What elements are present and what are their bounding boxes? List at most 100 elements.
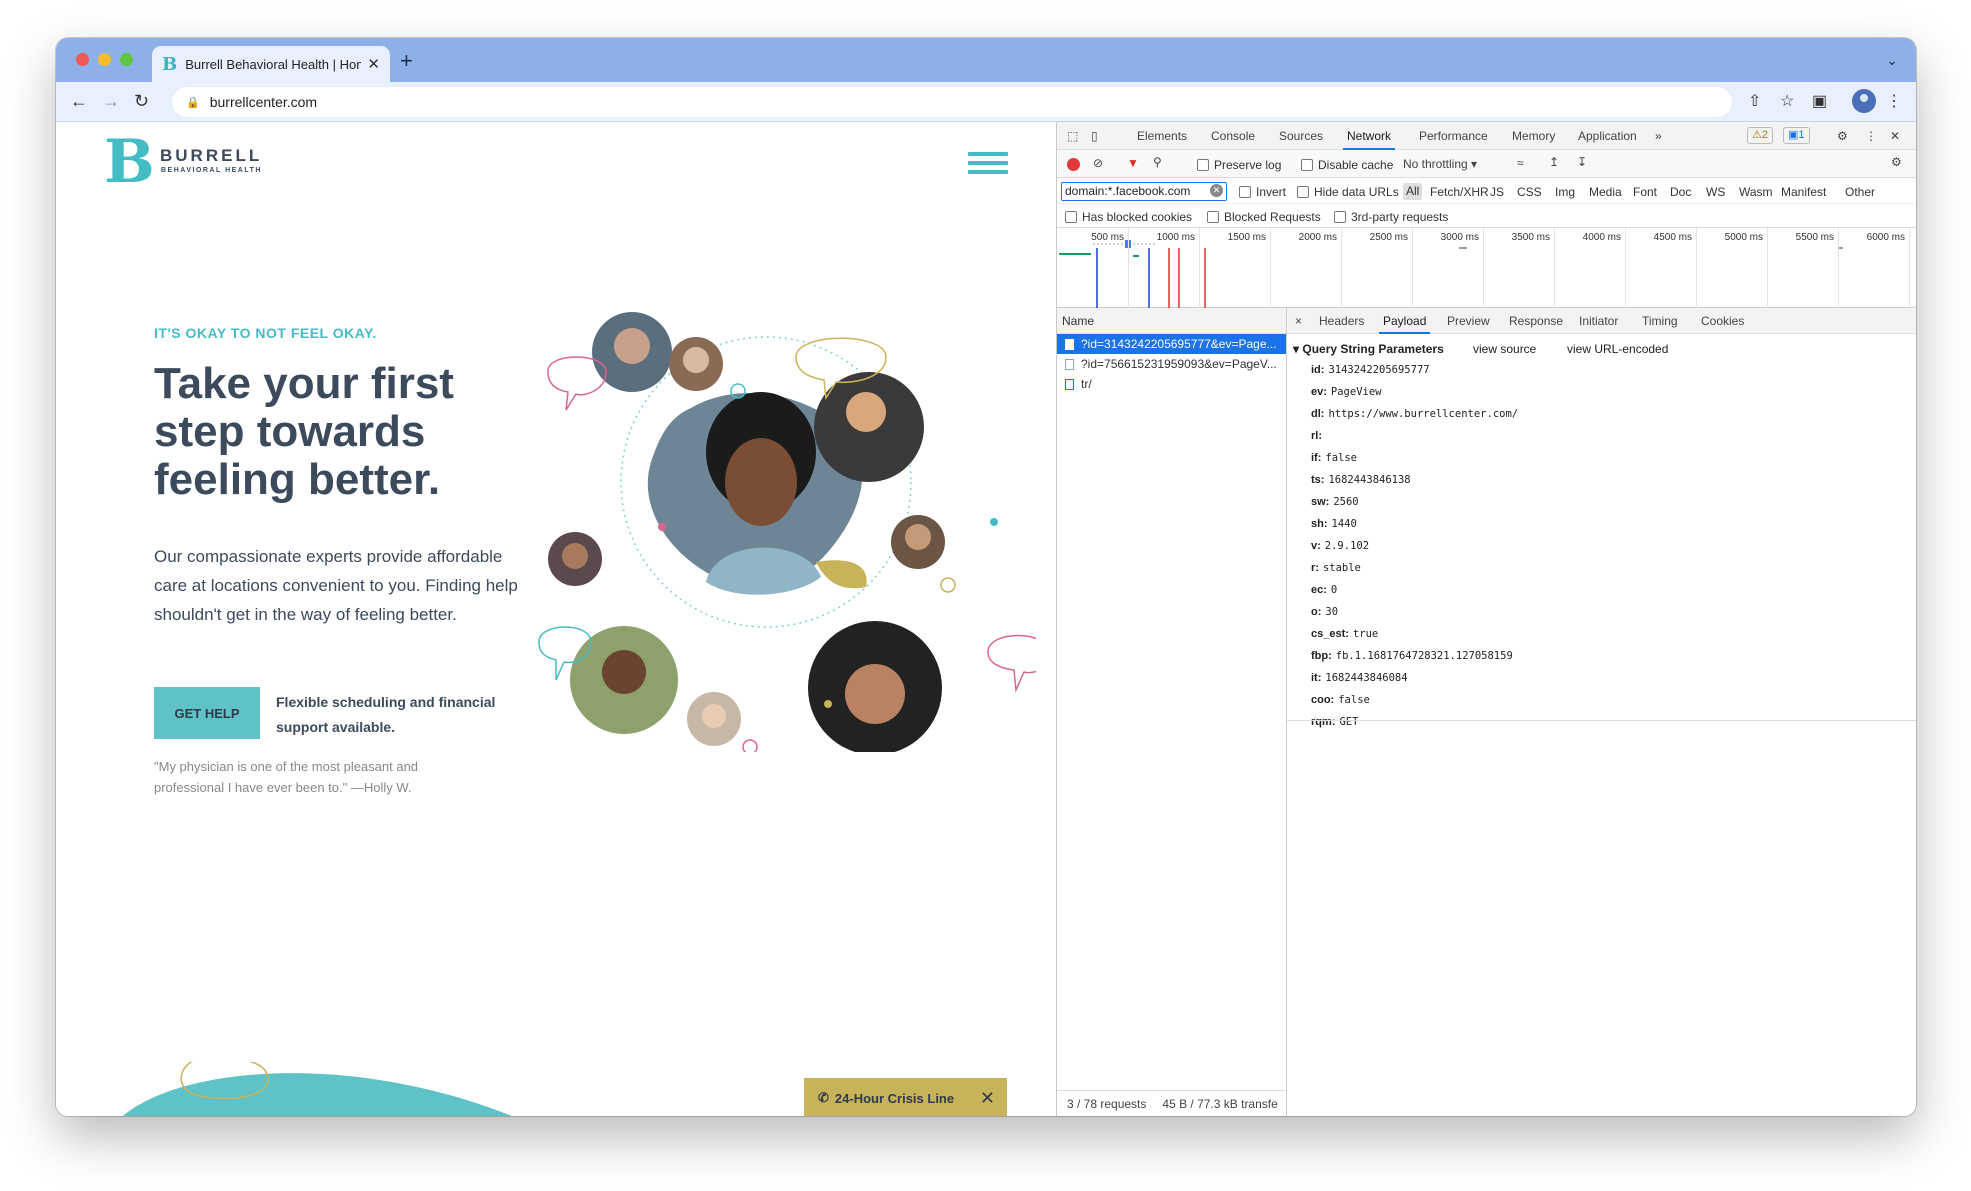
- tab-payload[interactable]: Payload: [1378, 314, 1431, 334]
- parameter-row[interactable]: it: 1682443846084: [1311, 672, 1518, 694]
- crisis-close-icon[interactable]: ✕: [980, 1088, 995, 1109]
- request-row[interactable]: tr/: [1057, 374, 1286, 394]
- filter-type-ws[interactable]: WS: [1706, 185, 1725, 199]
- throttling-select[interactable]: No throttling ▾: [1403, 157, 1477, 171]
- crisis-line-banner[interactable]: ✆ 24-Hour Crisis Line ✕: [804, 1078, 1007, 1116]
- filter-type-other[interactable]: Other: [1845, 185, 1875, 199]
- tab-response[interactable]: Response: [1509, 314, 1563, 328]
- filter-type-font[interactable]: Font: [1633, 185, 1657, 199]
- logo-name[interactable]: BURRELL: [160, 146, 262, 166]
- filter-type-wasm[interactable]: Wasm: [1739, 185, 1773, 199]
- query-string-parameters-section[interactable]: ▾ Query String Parameters: [1293, 342, 1444, 356]
- profile-avatar[interactable]: [1852, 89, 1876, 113]
- request-row[interactable]: ?id=756615231959093&ev=PageV...: [1057, 354, 1286, 374]
- tab-timing[interactable]: Timing: [1642, 314, 1678, 328]
- network-conditions-icon[interactable]: ≈: [1517, 156, 1524, 170]
- blocked-requests-checkbox[interactable]: Blocked Requests: [1207, 210, 1321, 224]
- filter-type-css[interactable]: CSS: [1517, 185, 1542, 199]
- filter-type-all[interactable]: All: [1403, 183, 1423, 200]
- reload-icon[interactable]: ↻: [134, 91, 149, 112]
- messages-badge[interactable]: ▣1: [1783, 127, 1810, 144]
- parameter-row[interactable]: v: 2.9.102: [1311, 540, 1518, 562]
- record-icon[interactable]: [1067, 158, 1080, 171]
- filter-icon[interactable]: ▼: [1127, 156, 1139, 170]
- parameter-row[interactable]: ev: PageView: [1311, 386, 1518, 408]
- tab-sources[interactable]: Sources: [1279, 129, 1323, 143]
- parameter-row[interactable]: sw: 2560: [1311, 496, 1518, 518]
- parameter-row[interactable]: if: false: [1311, 452, 1518, 474]
- filter-type-fetch-xhr[interactable]: Fetch/XHR: [1430, 185, 1489, 199]
- more-tabs-icon[interactable]: »: [1655, 129, 1662, 143]
- filter-type-img[interactable]: Img: [1555, 185, 1575, 199]
- get-help-button[interactable]: GET HELP: [154, 687, 260, 739]
- tab-initiator[interactable]: Initiator: [1579, 314, 1618, 328]
- devtools-menu-icon[interactable]: ⋮: [1865, 129, 1877, 143]
- parameter-row[interactable]: dl: https://www.burrellcenter.com/: [1311, 408, 1518, 430]
- preserve-log-checkbox[interactable]: Preserve log: [1197, 158, 1281, 172]
- bookmark-star-icon[interactable]: ☆: [1780, 91, 1794, 111]
- filter-type-doc[interactable]: Doc: [1670, 185, 1691, 199]
- parameter-row[interactable]: fbp: fb.1.1681764728321.127058159: [1311, 650, 1518, 672]
- parameter-row[interactable]: o: 30: [1311, 606, 1518, 628]
- hide-data-urls-checkbox[interactable]: Hide data URLs: [1297, 185, 1399, 199]
- tab-headers[interactable]: Headers: [1319, 314, 1364, 328]
- parameter-row[interactable]: cs_est: true: [1311, 628, 1518, 650]
- parameter-row[interactable]: ts: 1682443846138: [1311, 474, 1518, 496]
- devtools-settings-icon[interactable]: ⚙: [1837, 129, 1848, 143]
- clear-icon[interactable]: ⊘: [1093, 156, 1103, 170]
- parameter-row[interactable]: sh: 1440: [1311, 518, 1518, 540]
- parameter-key: ec:: [1311, 584, 1327, 596]
- parameter-row[interactable]: coo: false: [1311, 694, 1518, 716]
- view-url-encoded-link[interactable]: view URL-encoded: [1567, 342, 1668, 356]
- side-panel-icon[interactable]: ▣: [1812, 91, 1827, 111]
- back-arrow-icon[interactable]: ←: [70, 91, 88, 112]
- tab-performance[interactable]: Performance: [1419, 129, 1488, 143]
- export-har-icon[interactable]: ↧: [1577, 155, 1587, 169]
- device-toolbar-icon[interactable]: ▯: [1091, 129, 1098, 143]
- clear-filter-icon[interactable]: ✕: [1210, 184, 1223, 197]
- parameter-row[interactable]: r: stable: [1311, 562, 1518, 584]
- request-row[interactable]: ?id=3143242205695777&ev=Page...: [1057, 334, 1286, 354]
- parameter-row[interactable]: rl:: [1311, 430, 1518, 452]
- maximize-window-button[interactable]: [120, 53, 133, 66]
- logo-mark[interactable]: B: [104, 132, 155, 192]
- filter-input[interactable]: domain:*.facebook.com ✕: [1061, 182, 1227, 201]
- name-column-header[interactable]: Name: [1057, 308, 1286, 334]
- parameter-row[interactable]: ec: 0: [1311, 584, 1518, 606]
- tab-network[interactable]: Network: [1342, 129, 1396, 150]
- network-settings-icon[interactable]: ⚙: [1891, 155, 1902, 169]
- close-detail-icon[interactable]: ×: [1295, 314, 1302, 328]
- network-timeline-overview[interactable]: 500 ms 1000 ms 1500 ms 2000 ms 2500 ms 3000 m…: [1057, 228, 1916, 308]
- inspect-element-icon[interactable]: ⬚: [1067, 129, 1078, 143]
- third-party-requests-checkbox[interactable]: 3rd-party requests: [1334, 210, 1448, 224]
- tab-console[interactable]: Console: [1211, 129, 1255, 143]
- close-window-button[interactable]: [76, 53, 89, 66]
- address-bar[interactable]: 🔒 burrellcenter.com: [172, 87, 1732, 117]
- tab-search-chevron-icon[interactable]: ⌄: [1886, 52, 1898, 69]
- has-blocked-cookies-checkbox[interactable]: Has blocked cookies: [1065, 210, 1192, 224]
- tab-preview[interactable]: Preview: [1447, 314, 1490, 328]
- new-tab-button[interactable]: +: [400, 48, 413, 74]
- minimize-window-button[interactable]: [98, 53, 111, 66]
- tab-memory[interactable]: Memory: [1512, 129, 1555, 143]
- warnings-badge[interactable]: ⚠2: [1747, 127, 1773, 144]
- filter-type-manifest[interactable]: Manifest: [1781, 185, 1826, 199]
- browser-tab[interactable]: B Burrell Behavioral Health | Hom ✕: [152, 46, 390, 82]
- disable-cache-checkbox[interactable]: Disable cache: [1301, 158, 1393, 172]
- import-har-icon[interactable]: ↥: [1549, 155, 1559, 169]
- parameter-row[interactable]: id: 3143242205695777: [1311, 364, 1518, 386]
- hamburger-menu-icon[interactable]: [968, 152, 1008, 179]
- tab-application[interactable]: Application: [1578, 129, 1637, 143]
- invert-checkbox[interactable]: Invert: [1239, 185, 1286, 199]
- filter-type-js[interactable]: JS: [1490, 185, 1504, 199]
- devtools-close-icon[interactable]: ✕: [1890, 129, 1900, 143]
- filter-type-media[interactable]: Media: [1589, 185, 1622, 199]
- tab-cookies[interactable]: Cookies: [1701, 314, 1744, 328]
- view-source-link[interactable]: view source: [1473, 342, 1536, 356]
- tab-close-icon[interactable]: ✕: [367, 55, 380, 73]
- search-icon[interactable]: ⚲: [1153, 155, 1162, 169]
- kebab-menu-icon[interactable]: ⋮: [1886, 91, 1902, 111]
- forward-arrow-icon[interactable]: →: [102, 91, 120, 112]
- tab-elements[interactable]: Elements: [1137, 129, 1187, 143]
- share-icon[interactable]: ⇧: [1748, 91, 1761, 111]
